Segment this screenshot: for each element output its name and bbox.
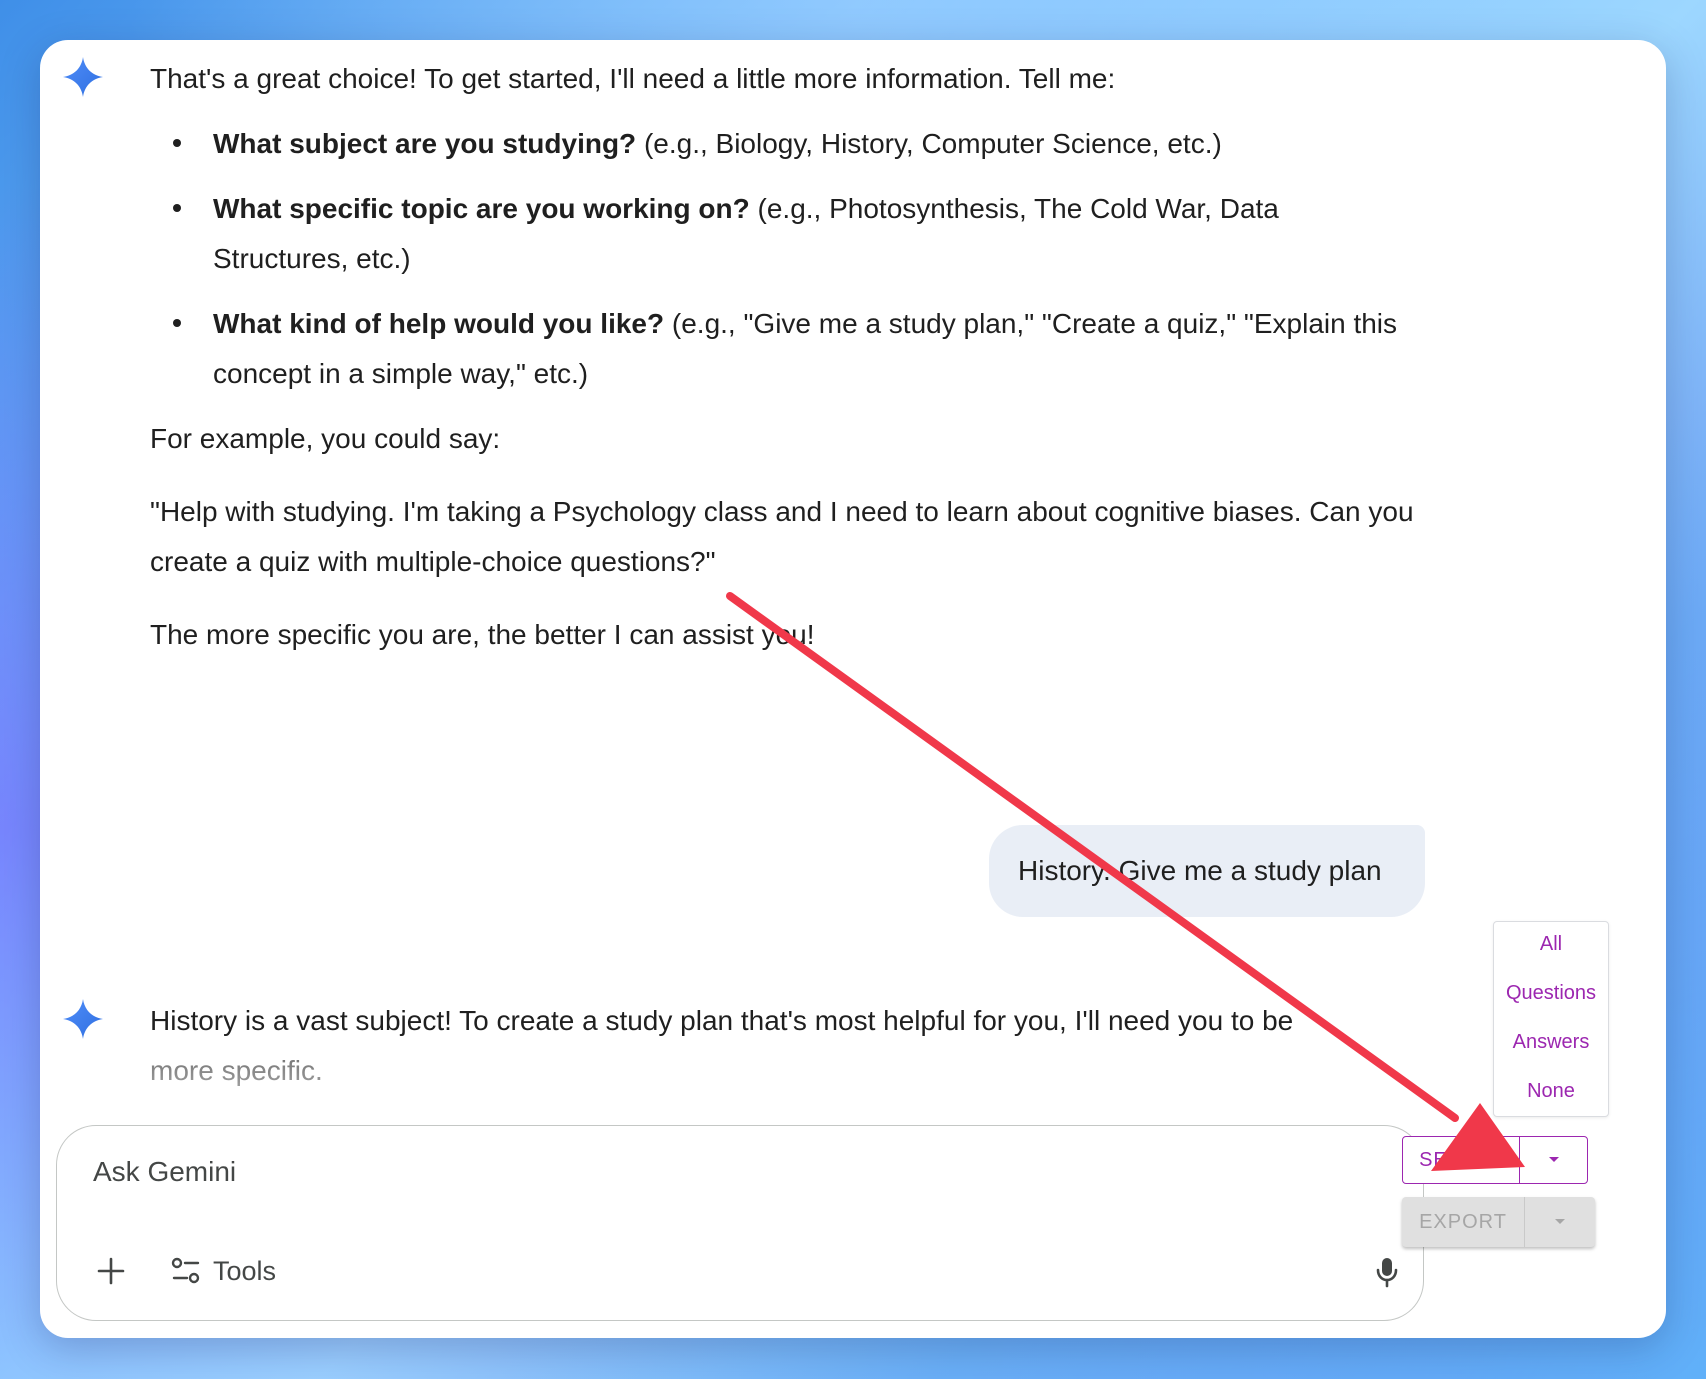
response-bullet-list: What subject are you studying? (e.g., Bi… — [150, 119, 1470, 399]
bullet-heading: What specific topic are you working on? — [213, 193, 750, 224]
mic-icon — [1376, 1258, 1398, 1288]
caret-down-icon — [1555, 1219, 1565, 1224]
user-message-text: History. Give me a study plan — [1018, 855, 1382, 886]
export-split-button: EXPORT — [1402, 1197, 1595, 1247]
menu-item-all[interactable]: All — [1494, 933, 1608, 956]
example-quote: "Help with studying. I'm taking a Psycho… — [150, 496, 1414, 577]
bullet-heading: What subject are you studying? — [213, 128, 637, 159]
prompt-input-box[interactable]: Ask Gemini Tools — [56, 1125, 1424, 1321]
menu-item-questions[interactable]: Questions — [1494, 982, 1608, 1005]
tools-button[interactable]: Tools — [171, 1248, 276, 1294]
bullet-heading: What kind of help would you like? — [213, 308, 665, 339]
response-2-text: History is a vast subject! To create a s… — [150, 1005, 1294, 1036]
response-closing: The more specific you are, the better I … — [150, 619, 815, 650]
response-intro: That's a great choice! To get started, I… — [150, 63, 1116, 94]
response-2-faded-text: more specific. — [150, 1055, 323, 1086]
select-dropdown-toggle[interactable] — [1520, 1137, 1587, 1183]
example-intro: For example, you could say: — [150, 423, 501, 454]
export-button[interactable]: EXPORT — [1402, 1197, 1525, 1247]
select-split-button: SELECT — [1402, 1136, 1588, 1184]
gemini-response-1: That's a great choice! To get started, I… — [150, 54, 1470, 660]
bullet-dot — [173, 139, 181, 147]
prompt-input[interactable]: Ask Gemini — [93, 1156, 236, 1188]
bullet-text: (e.g., Biology, History, Computer Scienc… — [636, 128, 1222, 159]
microphone-button[interactable] — [1367, 1250, 1407, 1294]
select-button[interactable]: SELECT — [1403, 1137, 1520, 1183]
list-item: What subject are you studying? (e.g., Bi… — [150, 119, 1383, 169]
menu-item-answers[interactable]: Answers — [1494, 1031, 1608, 1054]
export-dropdown-toggle[interactable] — [1525, 1197, 1595, 1247]
user-message-bubble: History. Give me a study plan — [989, 825, 1425, 917]
bullet-dot — [173, 319, 181, 327]
tools-label: Tools — [213, 1255, 277, 1286]
gemini-spark-icon — [63, 999, 103, 1039]
menu-item-none[interactable]: None — [1494, 1080, 1608, 1103]
list-item: What kind of help would you like? (e.g.,… — [150, 299, 1403, 399]
caret-down-icon — [1548, 1157, 1559, 1162]
bullet-dot — [173, 204, 181, 212]
select-dropdown-menu: All Questions Answers None — [1493, 921, 1609, 1117]
plus-icon — [97, 1257, 125, 1285]
gemini-response-2: History is a vast subject! To create a s… — [150, 996, 1400, 1096]
tools-icon — [171, 1257, 200, 1284]
list-item: What specific topic are you working on? … — [150, 184, 1343, 284]
gemini-spark-icon — [63, 57, 103, 97]
add-button[interactable] — [89, 1249, 133, 1293]
